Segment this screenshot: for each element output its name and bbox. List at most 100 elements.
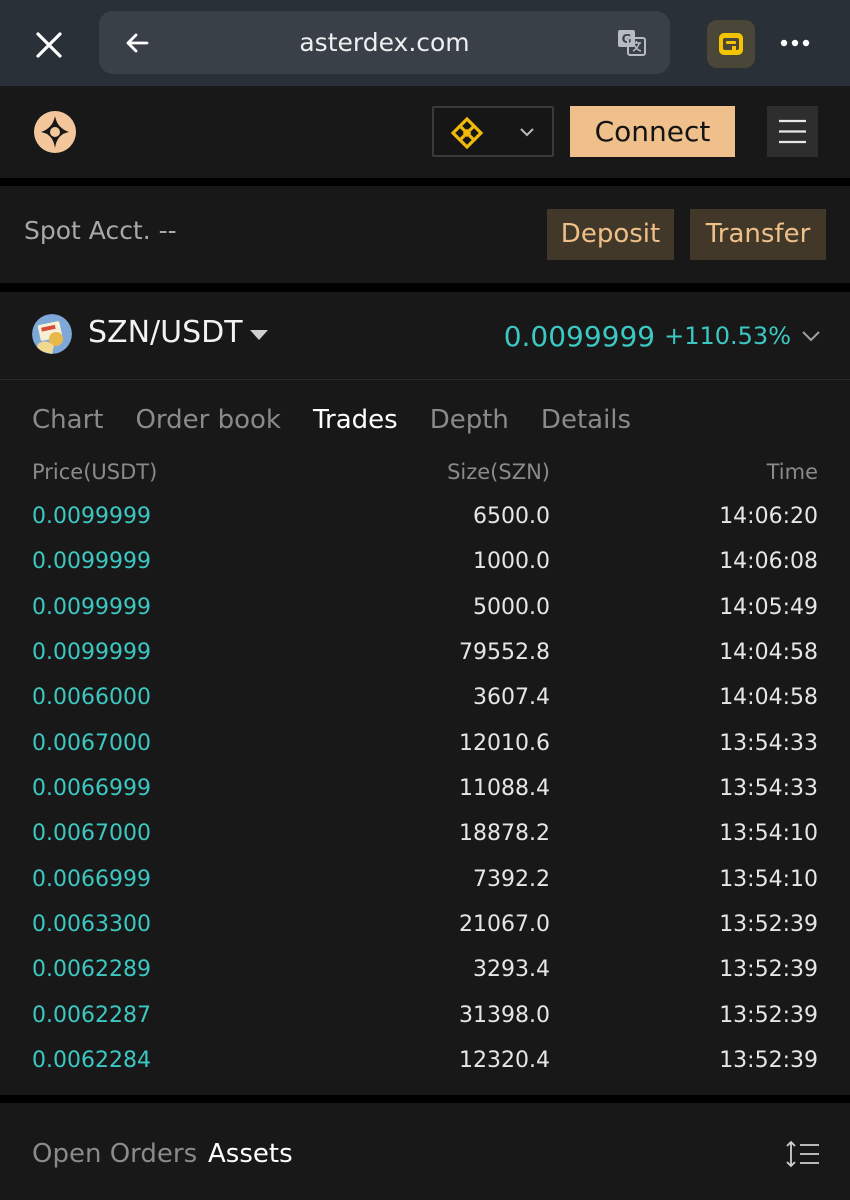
trade-price: 0.0066000 <box>32 685 151 711</box>
caret-down-icon <box>250 330 268 340</box>
close-tab-button[interactable] <box>30 26 68 64</box>
trade-price: 0.0099999 <box>32 640 151 666</box>
trades-header: Price(USDT) Size(SZN) Time <box>32 460 818 488</box>
trade-time: 14:04:58 <box>719 685 818 711</box>
trade-time: 13:52:39 <box>719 1002 818 1028</box>
trade-row: 0.0062289 3293.4 13:52:39 <box>32 949 818 994</box>
trade-price: 0.0067000 <box>32 821 151 847</box>
trade-price: 0.0066999 <box>32 776 151 802</box>
tab-details[interactable]: Details <box>541 405 631 441</box>
tab-trades[interactable]: Trades <box>313 405 398 441</box>
trade-price: 0.0062284 <box>32 1048 151 1074</box>
menu-button[interactable] <box>767 106 818 157</box>
extension-button[interactable] <box>707 20 755 68</box>
aster-logo-icon <box>34 111 76 153</box>
trade-row: 0.0066999 7392.2 13:54:10 <box>32 859 818 904</box>
app-header: Connect <box>0 86 850 178</box>
trades-list: 0.0099999 6500.0 14:06:20 0.0099999 1000.0 14… <box>32 496 818 1085</box>
trade-time: 13:54:33 <box>719 730 818 756</box>
trade-row: 0.0066999 11088.4 13:54:33 <box>32 768 818 813</box>
trade-time: 13:54:10 <box>719 866 818 892</box>
trade-size: 3293.4 <box>473 957 550 983</box>
sort-button[interactable] <box>785 1139 821 1169</box>
trade-price: 0.0063300 <box>32 912 151 938</box>
trade-row: 0.0067000 12010.6 13:54:33 <box>32 723 818 768</box>
trade-time: 13:52:39 <box>719 912 818 938</box>
size-column-header: Size(SZN) <box>447 460 550 484</box>
browser-more-button[interactable] <box>772 28 818 58</box>
connect-wallet-button[interactable]: Connect <box>570 106 735 157</box>
trade-time: 13:54:10 <box>719 821 818 847</box>
time-column-header: Time <box>766 460 818 484</box>
pair-name: SZN/USDT <box>88 315 243 350</box>
trade-price: 0.0099999 <box>32 594 151 620</box>
trade-size: 11088.4 <box>459 776 550 802</box>
trade-size: 6500.0 <box>473 504 550 529</box>
price-column-header: Price(USDT) <box>32 460 158 484</box>
trade-size: 12010.6 <box>459 730 550 756</box>
trade-row: 0.0067000 18878.2 13:54:10 <box>32 813 818 858</box>
trade-time: 13:54:33 <box>719 776 818 802</box>
trade-time: 14:04:58 <box>719 640 818 666</box>
last-price: 0.0099999 <box>503 319 656 353</box>
trade-size: 18878.2 <box>459 821 550 847</box>
address-bar[interactable]: asterdex.com G <box>99 11 670 74</box>
tab-assets[interactable]: Assets <box>208 1139 293 1169</box>
spot-account-label: Spot Acct. -- <box>24 216 177 245</box>
trade-size: 5000.0 <box>473 594 550 620</box>
trade-row: 0.0063300 21067.0 13:52:39 <box>32 904 818 949</box>
trade-time: 13:52:39 <box>719 1048 818 1074</box>
sort-icon <box>786 1140 819 1168</box>
tab-open-orders[interactable]: Open Orders <box>32 1139 197 1169</box>
trade-price: 0.0099999 <box>32 549 151 575</box>
chain-selector[interactable] <box>432 106 554 157</box>
wallet-icon <box>719 33 743 55</box>
trade-price: 0.0099999 <box>32 504 151 529</box>
trade-price: 0.0066999 <box>32 866 151 892</box>
trade-price: 0.0062287 <box>32 1002 151 1028</box>
trade-size: 12320.4 <box>459 1048 550 1074</box>
trade-size: 3607.4 <box>473 685 550 711</box>
trade-price: 0.0062289 <box>32 957 151 983</box>
more-dots-icon <box>780 39 810 47</box>
orders-assets-bar: Open Orders Assets <box>0 1103 850 1200</box>
szn-token-icon <box>32 314 72 354</box>
trade-size: 21067.0 <box>459 912 550 938</box>
tab-chart[interactable]: Chart <box>32 405 103 441</box>
bnb-chain-icon <box>450 116 484 150</box>
trade-time: 14:06:08 <box>719 549 818 575</box>
trade-row: 0.0099999 79552.8 14:04:58 <box>32 632 818 677</box>
trade-row: 0.0062284 12320.4 13:52:39 <box>32 1040 818 1085</box>
trade-time: 13:52:39 <box>719 957 818 983</box>
price-change: +110.53% <box>664 322 791 350</box>
transfer-button[interactable]: Transfer <box>690 209 826 260</box>
aster-logo[interactable] <box>33 110 77 154</box>
close-icon <box>36 32 62 58</box>
trade-size: 1000.0 <box>473 549 550 575</box>
trade-size: 7392.2 <box>473 866 550 892</box>
trade-row: 0.0066000 3607.4 14:04:58 <box>32 677 818 722</box>
browser-toolbar: asterdex.com G <box>0 0 850 86</box>
trade-row: 0.0062287 31398.0 13:52:39 <box>32 995 818 1040</box>
chevron-down-icon <box>802 331 820 342</box>
price-summary[interactable]: 0.0099999 +110.53% <box>504 318 820 354</box>
trade-row: 0.0099999 6500.0 14:06:20 <box>32 496 818 541</box>
trade-time: 14:05:49 <box>719 594 818 620</box>
pair-selector-row[interactable]: SZN/USDT 0.0099999 +110.53% <box>0 292 850 380</box>
spot-account-bar: Spot Acct. -- Deposit Transfer <box>0 186 850 283</box>
trade-size: 31398.0 <box>459 1002 550 1028</box>
market-tabs: Chart Order book Trades Depth Details <box>32 405 631 441</box>
deposit-button[interactable]: Deposit <box>547 209 674 260</box>
tab-depth[interactable]: Depth <box>430 405 509 441</box>
translate-button[interactable]: G <box>617 29 647 57</box>
tab-order-book[interactable]: Order book <box>135 405 281 441</box>
translate-icon: G <box>618 30 646 56</box>
trade-time: 14:06:20 <box>719 504 818 529</box>
hamburger-icon <box>779 119 806 144</box>
trade-row: 0.0099999 1000.0 14:06:08 <box>32 541 818 586</box>
chevron-down-icon <box>520 128 534 137</box>
trade-row: 0.0099999 5000.0 14:05:49 <box>32 587 818 632</box>
trade-price: 0.0067000 <box>32 730 151 756</box>
market-panel: SZN/USDT 0.0099999 +110.53% Chart Order b… <box>0 292 850 1095</box>
url-text: asterdex.com <box>299 28 470 57</box>
